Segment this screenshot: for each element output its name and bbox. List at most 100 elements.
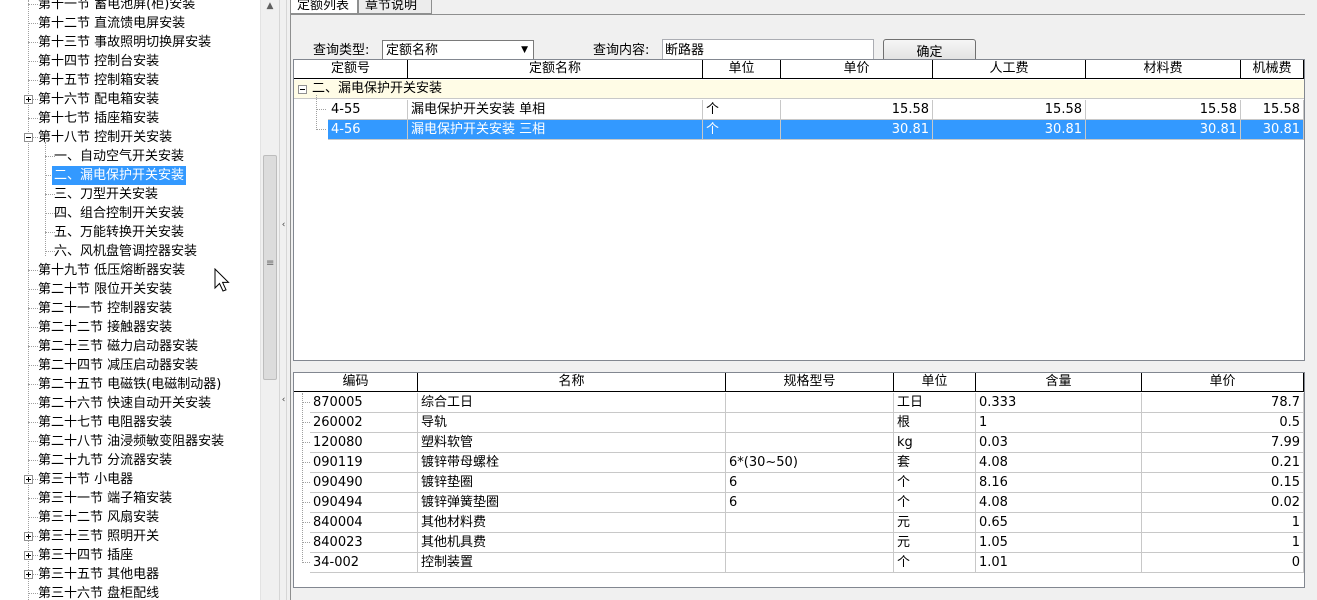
header-unit-price[interactable]: 单价	[1142, 373, 1304, 392]
quota-cell-name[interactable]: 漏电保护开关安装 单相	[408, 100, 703, 120]
tree-item[interactable]: 第三十六节 盘柜配线	[0, 584, 260, 600]
material-cell-spec[interactable]	[726, 513, 894, 533]
material-cell-unit[interactable]: 根	[894, 413, 976, 433]
material-cell-price[interactable]: 1	[1142, 513, 1304, 533]
tree-item[interactable]: 第二十四节 减压启动器安装	[0, 356, 260, 375]
query-type-select[interactable]: 定额名称 ▼	[382, 40, 534, 61]
material-cell-code[interactable]: 090490	[310, 473, 418, 493]
quota-cell-code[interactable]: 4-56	[328, 120, 408, 140]
tree-item[interactable]: 第三十二节 风扇安装	[0, 508, 260, 527]
material-cell-qty[interactable]: 1.05	[976, 533, 1142, 553]
material-cell-code[interactable]: 120080	[310, 433, 418, 453]
quota-cell-machine[interactable]: 15.58	[1241, 100, 1304, 120]
header-quantity[interactable]: 含量	[976, 373, 1142, 392]
scroll-up-arrow-icon[interactable]: ▲	[261, 0, 279, 14]
header-machine-cost[interactable]: 机械费	[1241, 60, 1304, 79]
collapse-minus-icon[interactable]	[298, 85, 307, 94]
material-cell-price[interactable]: 1	[1142, 533, 1304, 553]
tab-quota-list[interactable]: 定额列表	[290, 0, 358, 14]
tree-item[interactable]: 第二十一节 控制器安装	[0, 299, 260, 318]
material-cell-unit[interactable]: 个	[894, 553, 976, 573]
tree-item[interactable]: 四、组合控制开关安装	[0, 204, 260, 223]
material-cell-price[interactable]: 0	[1142, 553, 1304, 573]
tree-item[interactable]: 第二十六节 快速自动开关安装	[0, 394, 260, 413]
material-cell-qty[interactable]: 1.01	[976, 553, 1142, 573]
tree-item[interactable]: 第十一节 蓄电池屏(柜)安装	[0, 0, 260, 14]
material-cell-spec[interactable]	[726, 533, 894, 553]
tree-item[interactable]: 五、万能转换开关安装	[0, 223, 260, 242]
material-cell-unit[interactable]: 工日	[894, 393, 976, 413]
expand-plus-icon[interactable]	[24, 570, 33, 579]
header-code[interactable]: 编码	[294, 373, 418, 392]
material-cell-name[interactable]: 塑料软管	[418, 433, 726, 453]
quota-group-row[interactable]: 二、漏电保护开关安装	[294, 80, 1304, 99]
collapse-left-arrow-icon-2[interactable]: ‹	[280, 395, 287, 405]
material-cell-name[interactable]: 综合工日	[418, 393, 726, 413]
quota-cell-price[interactable]: 15.58	[781, 100, 933, 120]
material-cell-qty[interactable]: 0.03	[976, 433, 1142, 453]
quota-cell-code[interactable]: 4-55	[328, 100, 408, 120]
tree-item[interactable]: 第二十二节 接触器安装	[0, 318, 260, 337]
tree-item[interactable]: 一、自动空气开关安装	[0, 147, 260, 166]
material-cell-name[interactable]: 其他材料费	[418, 513, 726, 533]
material-cell-name[interactable]: 镀锌带母螺栓	[418, 453, 726, 473]
dropdown-arrow-icon[interactable]: ▼	[521, 41, 528, 60]
material-cell-price[interactable]: 0.5	[1142, 413, 1304, 433]
material-cell-price[interactable]: 0.02	[1142, 493, 1304, 513]
header-name[interactable]: 名称	[418, 373, 726, 392]
tree-item[interactable]: 第十六节 配电箱安装	[0, 90, 260, 109]
expand-plus-icon[interactable]	[24, 551, 33, 560]
quota-cell-material[interactable]: 15.58	[1086, 100, 1241, 120]
tree-item[interactable]: 第三十三节 照明开关	[0, 527, 260, 546]
material-cell-spec[interactable]: 6	[726, 493, 894, 513]
tree-item[interactable]: 三、刀型开关安装	[0, 185, 260, 204]
material-cell-unit[interactable]: 套	[894, 453, 976, 473]
tree-item[interactable]: 第十二节 直流馈电屏安装	[0, 14, 260, 33]
material-cell-name[interactable]: 镀锌弹簧垫圈	[418, 493, 726, 513]
tree-item[interactable]: 六、风机盘管调控器安装	[0, 242, 260, 261]
material-cell-price[interactable]: 7.99	[1142, 433, 1304, 453]
expand-plus-icon[interactable]	[24, 532, 33, 541]
material-cell-spec[interactable]: 6*(30~50)	[726, 453, 894, 473]
material-cell-qty[interactable]: 0.65	[976, 513, 1142, 533]
quota-cell-name[interactable]: 漏电保护开关安装 三相	[408, 120, 703, 140]
material-cell-name[interactable]: 镀锌垫圈	[418, 473, 726, 493]
material-cell-code[interactable]: 840004	[310, 513, 418, 533]
material-cell-qty[interactable]: 1	[976, 413, 1142, 433]
tree-scrollbar[interactable]: ▲ ≡	[260, 0, 278, 600]
header-unit[interactable]: 单位	[894, 373, 976, 392]
quota-table[interactable]: 定额号 定额名称 单位 单价 人工费 材料费 机械费 二、漏电保护开关安装 4-55 漏电保护开关…	[293, 59, 1305, 361]
tree-item[interactable]: 第十八节 控制开关安装	[0, 128, 260, 147]
material-cell-spec[interactable]: 6	[726, 473, 894, 493]
material-cell-code[interactable]: 260002	[310, 413, 418, 433]
material-cell-unit[interactable]: kg	[894, 433, 976, 453]
tree-item[interactable]: 二、漏电保护开关安装	[0, 166, 260, 185]
material-cell-code[interactable]: 090119	[310, 453, 418, 473]
tree-item[interactable]: 第十三节 事故照明切换屏安装	[0, 33, 260, 52]
tree-item[interactable]: 第十四节 控制台安装	[0, 52, 260, 71]
material-cell-name[interactable]: 其他机具费	[418, 533, 726, 553]
material-cell-code[interactable]: 090494	[310, 493, 418, 513]
collapse-left-arrow-icon[interactable]: ‹	[280, 220, 287, 230]
material-cell-spec[interactable]	[726, 393, 894, 413]
material-cell-code[interactable]: 34-002	[310, 553, 418, 573]
tree-item[interactable]: 第三十节 小电器	[0, 470, 260, 489]
collapse-minus-icon[interactable]	[24, 133, 33, 142]
quota-cell-material[interactable]: 30.81	[1086, 120, 1241, 140]
quota-cell-unit[interactable]: 个	[703, 120, 781, 140]
tree-item[interactable]: 第二十九节 分流器安装	[0, 451, 260, 470]
material-table[interactable]: 编码 名称 规格型号 单位 含量 单价 870005 综合工日 工日 0.333 78.7 26000…	[293, 372, 1305, 588]
material-cell-name[interactable]: 导轨	[418, 413, 726, 433]
header-material-cost[interactable]: 材料费	[1086, 60, 1241, 79]
quota-cell-machine[interactable]: 30.81	[1241, 120, 1304, 140]
expand-plus-icon[interactable]	[24, 475, 33, 484]
tree-scroll-thumb[interactable]: ≡	[263, 155, 277, 380]
material-cell-price[interactable]: 0.21	[1142, 453, 1304, 473]
material-cell-unit[interactable]: 个	[894, 493, 976, 513]
header-quota-code[interactable]: 定额号	[294, 60, 408, 79]
material-cell-spec[interactable]	[726, 553, 894, 573]
quota-cell-price[interactable]: 30.81	[781, 120, 933, 140]
quota-cell-labor[interactable]: 30.81	[933, 120, 1086, 140]
tree-item[interactable]: 第二十五节 电磁铁(电磁制动器)	[0, 375, 260, 394]
material-cell-price[interactable]: 0.15	[1142, 473, 1304, 493]
